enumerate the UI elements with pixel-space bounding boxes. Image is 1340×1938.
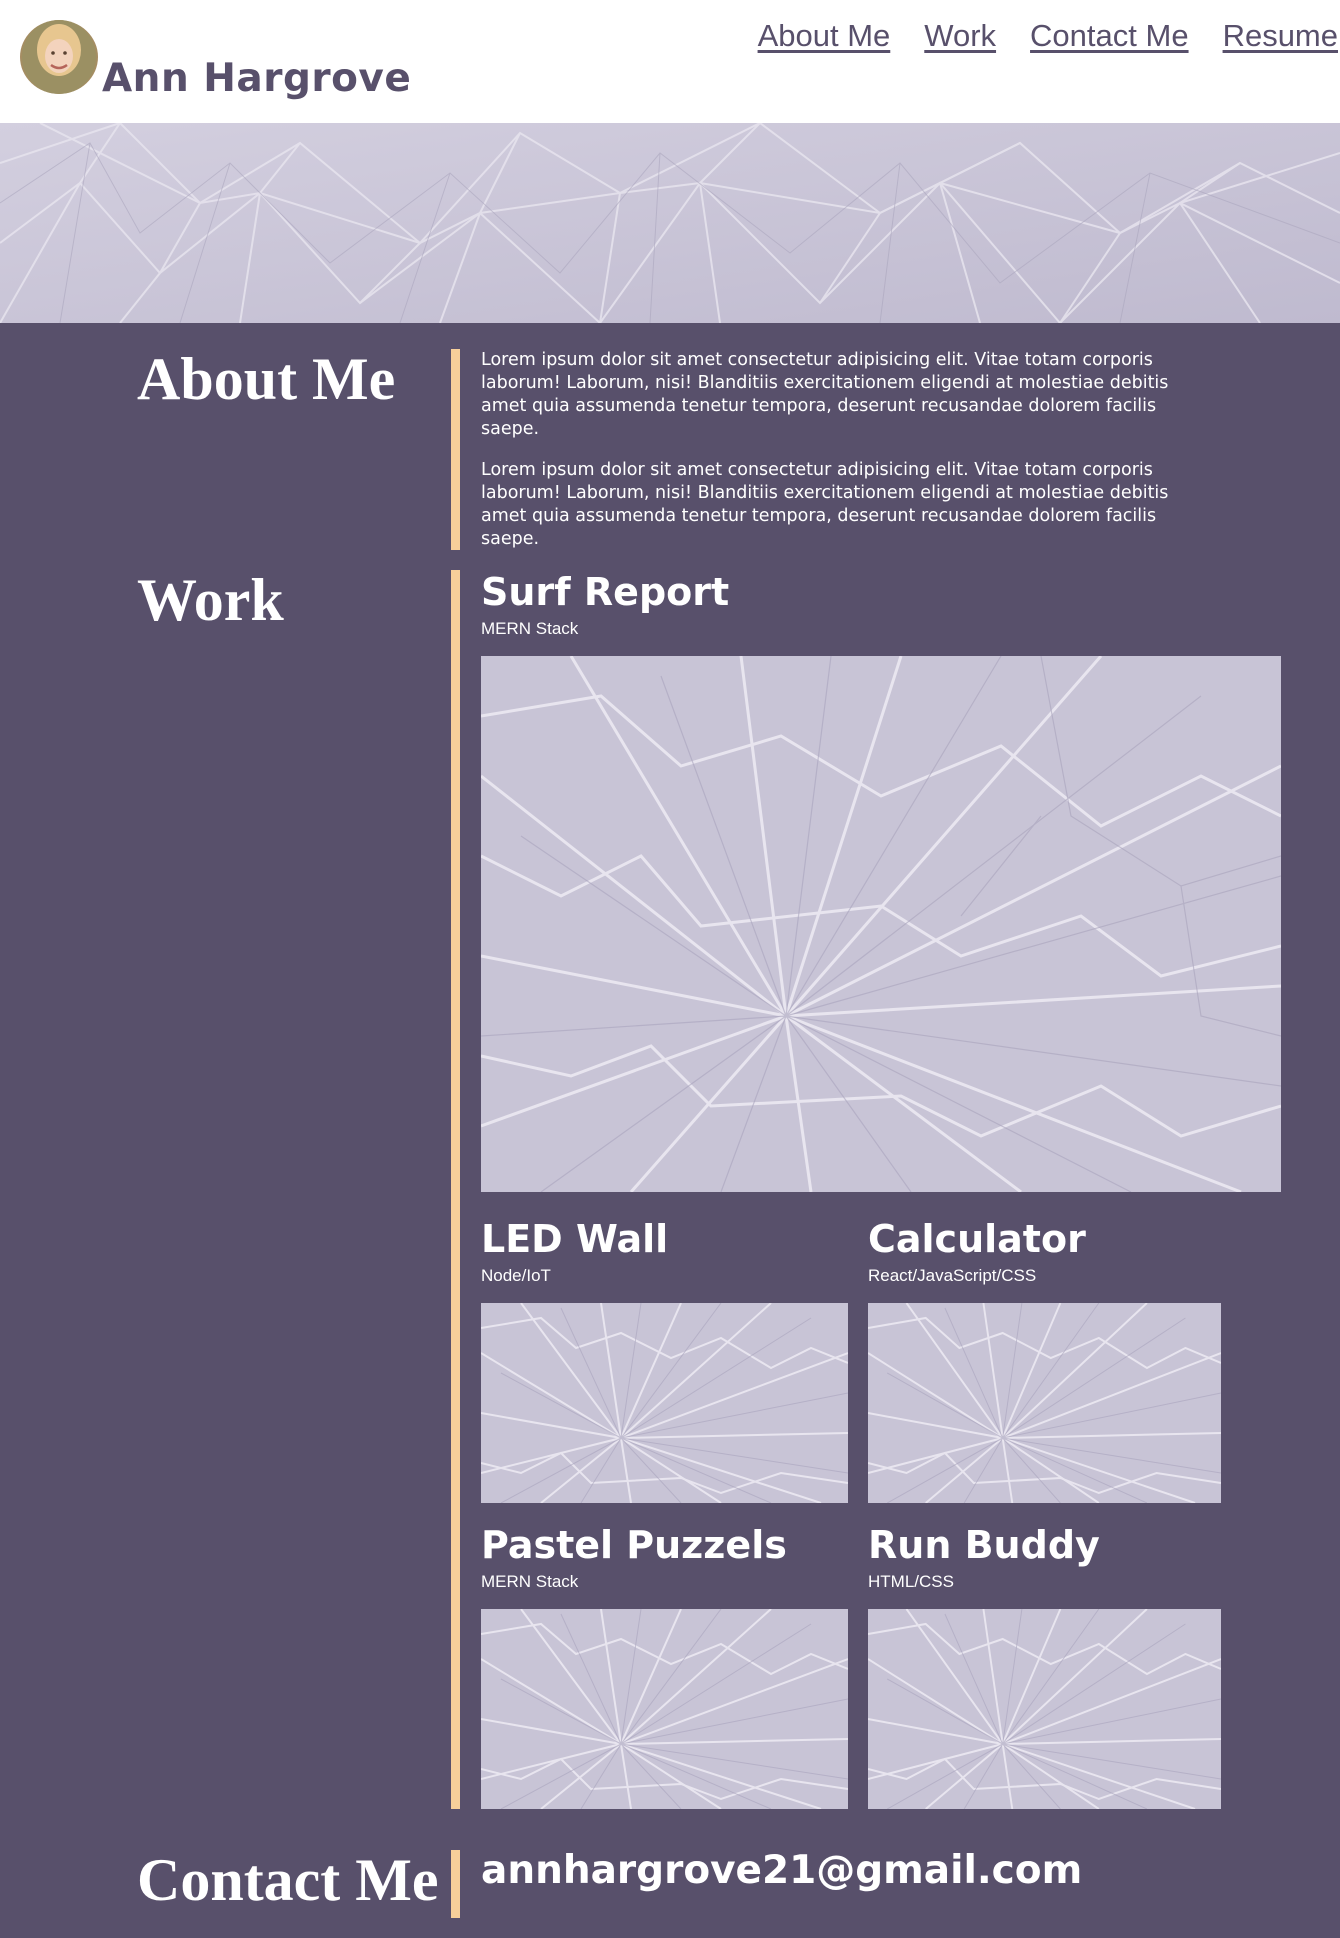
about-accent-bar: [451, 349, 460, 550]
project-image-pastel-puzzels[interactable]: [481, 1609, 848, 1809]
project-stack: Node/IoT: [481, 1266, 551, 1285]
site-name: Ann Hargrove: [102, 56, 412, 101]
nav-contact-me[interactable]: Contact Me: [1030, 18, 1189, 54]
project-title-run-buddy: Run Buddy: [868, 1523, 1100, 1567]
project-title-pastel-puzzels: Pastel Puzzels: [481, 1523, 787, 1567]
work-accent-bar: [451, 570, 460, 1809]
project-title-led-wall: LED Wall: [481, 1217, 669, 1261]
avatar: [20, 20, 98, 94]
project-stack: React/JavaScript/CSS: [868, 1266, 1037, 1285]
project-image-calculator[interactable]: [868, 1303, 1221, 1503]
nav-resume[interactable]: Resume: [1223, 18, 1338, 54]
about-text: Lorem ipsum dolor sit amet consectetur a…: [481, 349, 1216, 569]
contact-title: Contact Me: [137, 1847, 439, 1913]
contact-email-link[interactable]: annhargrove21@gmail.com: [481, 1848, 1082, 1893]
hero-banner: [0, 123, 1340, 323]
nav-work[interactable]: Work: [924, 18, 996, 54]
project-title-surf-report: Surf Report: [481, 570, 730, 614]
work-title: Work: [137, 567, 284, 633]
project-image-surf-report[interactable]: [481, 656, 1281, 1192]
contact-accent-bar: [451, 1850, 460, 1918]
project-image-led-wall[interactable]: [481, 1303, 848, 1503]
project-title-calculator: Calculator: [868, 1217, 1086, 1261]
project-stack: HTML/CSS: [868, 1572, 954, 1591]
about-paragraph: Lorem ipsum dolor sit amet consectetur a…: [481, 350, 1169, 439]
about-title: About Me: [137, 346, 396, 412]
site-header: Ann Hargrove About Me Work Contact Me Re…: [0, 0, 1340, 123]
project-image-run-buddy[interactable]: [868, 1609, 1221, 1809]
project-stack: MERN Stack: [481, 619, 579, 638]
main-nav: About Me Work Contact Me Resume: [758, 18, 1338, 54]
nav-about-me[interactable]: About Me: [758, 18, 891, 54]
about-paragraph: Lorem ipsum dolor sit amet consectetur a…: [481, 460, 1169, 549]
project-stack: MERN Stack: [481, 1572, 579, 1591]
